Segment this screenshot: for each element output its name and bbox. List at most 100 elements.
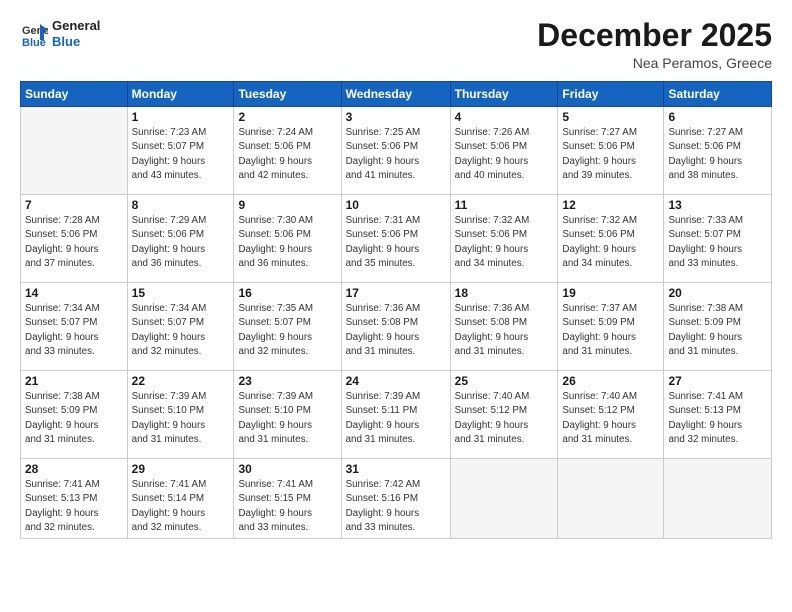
page: General Blue General Blue December 2025 … [0, 0, 792, 612]
day-info: Sunrise: 7:41 AMSunset: 5:13 PMDaylight:… [668, 390, 767, 447]
day-number: 1 [132, 110, 230, 124]
calendar-cell-4-3: 23 Sunrise: 7:39 AMSunset: 5:10 PMDayligh… [234, 371, 341, 459]
day-info: Sunrise: 7:27 AMSunset: 5:06 PMDaylight:… [668, 126, 767, 183]
logo-icon: General Blue [20, 20, 48, 48]
day-info: Sunrise: 7:38 AMSunset: 5:09 PMDaylight:… [668, 302, 767, 359]
calendar-cell-5-4: 31Sunrise: 7:42 AMSunset: 5:16 PMDayligh… [341, 459, 450, 539]
header: General Blue General Blue December 2025 … [20, 18, 772, 71]
day-info: Sunrise: 7:26 AMSunset: 5:06 PMDaylight:… [455, 126, 554, 183]
calendar-cell-1-7: 6Sunrise: 7:27 AMSunset: 5:06 PMDaylight… [664, 107, 772, 195]
day-info: Sunrise: 7:39 AMSunset: 5:10 PMDaylight:… [132, 390, 230, 447]
day-info: Sunrise: 7:28 AMSunset: 5:06 PMDaylight:… [25, 214, 123, 271]
svg-text:General: General [22, 25, 48, 37]
calendar-cell-2-7: 13 Sunrise: 7:33 AMSunset: 5:07 PMDayligh… [664, 195, 772, 283]
day-number: 17 [346, 286, 446, 300]
day-info: Sunrise: 7:41 AMSunset: 5:13 PMDaylight:… [25, 478, 123, 535]
day-info: Sunrise: 7:40 AMSunset: 5:12 PMDaylight:… [455, 390, 554, 447]
day-number: 13 [668, 198, 767, 212]
calendar-cell-4-5: 25 Sunrise: 7:40 AMSunset: 5:12 PMDayligh… [450, 371, 558, 459]
day-number: 30 [238, 462, 336, 476]
day-info: Sunrise: 7:32 AMSunset: 5:06 PMDaylight:… [562, 214, 659, 271]
calendar-cell-5-2: 29 Sunrise: 7:41 AMSunset: 5:14 PMDayligh… [127, 459, 234, 539]
day-info: Sunrise: 7:31 AMSunset: 5:06 PMDaylight:… [346, 214, 446, 271]
week-row-5: 28 Sunrise: 7:41 AMSunset: 5:13 PMDayligh… [21, 459, 772, 539]
weekday-header-tuesday: Tuesday [234, 82, 341, 107]
calendar-cell-5-3: 30 Sunrise: 7:41 AMSunset: 5:15 PMDayligh… [234, 459, 341, 539]
calendar-cell-4-7: 27Sunrise: 7:41 AMSunset: 5:13 PMDayligh… [664, 371, 772, 459]
day-info: Sunrise: 7:39 AMSunset: 5:10 PMDaylight:… [238, 390, 336, 447]
day-info: Sunrise: 7:35 AMSunset: 5:07 PMDaylight:… [238, 302, 336, 359]
day-info: Sunrise: 7:32 AMSunset: 5:06 PMDaylight:… [455, 214, 554, 271]
day-number: 15 [132, 286, 230, 300]
day-number: 28 [25, 462, 123, 476]
calendar-cell-3-2: 15 Sunrise: 7:34 AMSunset: 5:07 PMDayligh… [127, 283, 234, 371]
calendar-cell-5-5 [450, 459, 558, 539]
calendar-cell-1-5: 4 Sunrise: 7:26 AMSunset: 5:06 PMDaylight… [450, 107, 558, 195]
day-number: 21 [25, 374, 123, 388]
calendar-cell-3-4: 17 Sunrise: 7:36 AMSunset: 5:08 PMDayligh… [341, 283, 450, 371]
day-number: 20 [668, 286, 767, 300]
day-number: 12 [562, 198, 659, 212]
day-number: 16 [238, 286, 336, 300]
day-number: 3 [346, 110, 446, 124]
day-number: 10 [346, 198, 446, 212]
day-info: Sunrise: 7:27 AMSunset: 5:06 PMDaylight:… [562, 126, 659, 183]
subtitle: Nea Peramos, Greece [537, 55, 772, 71]
calendar-cell-3-3: 16 Sunrise: 7:35 AMSunset: 5:07 PMDayligh… [234, 283, 341, 371]
calendar-cell-1-6: 5Sunrise: 7:27 AMSunset: 5:06 PMDaylight… [558, 107, 664, 195]
weekday-header-row: SundayMondayTuesdayWednesdayThursdayFrid… [21, 82, 772, 107]
month-title: December 2025 [537, 18, 772, 53]
calendar-cell-3-5: 18 Sunrise: 7:36 AMSunset: 5:08 PMDayligh… [450, 283, 558, 371]
calendar-cell-2-5: 11Sunrise: 7:32 AMSunset: 5:06 PMDayligh… [450, 195, 558, 283]
day-info: Sunrise: 7:41 AMSunset: 5:15 PMDaylight:… [238, 478, 336, 535]
day-info: Sunrise: 7:30 AMSunset: 5:06 PMDaylight:… [238, 214, 336, 271]
calendar-cell-1-3: 2Sunrise: 7:24 AMSunset: 5:06 PMDaylight… [234, 107, 341, 195]
day-number: 22 [132, 374, 230, 388]
weekday-header-friday: Friday [558, 82, 664, 107]
day-info: Sunrise: 7:34 AMSunset: 5:07 PMDaylight:… [132, 302, 230, 359]
day-info: Sunrise: 7:24 AMSunset: 5:06 PMDaylight:… [238, 126, 336, 183]
day-number: 26 [562, 374, 659, 388]
day-info: Sunrise: 7:36 AMSunset: 5:08 PMDaylight:… [346, 302, 446, 359]
day-info: Sunrise: 7:42 AMSunset: 5:16 PMDaylight:… [346, 478, 446, 535]
calendar-cell-4-2: 22 Sunrise: 7:39 AMSunset: 5:10 PMDayligh… [127, 371, 234, 459]
day-info: Sunrise: 7:23 AMSunset: 5:07 PMDaylight:… [132, 126, 230, 183]
calendar-cell-5-7 [664, 459, 772, 539]
calendar-cell-2-6: 12 Sunrise: 7:32 AMSunset: 5:06 PMDayligh… [558, 195, 664, 283]
weekday-header-saturday: Saturday [664, 82, 772, 107]
calendar-cell-2-1: 7 Sunrise: 7:28 AMSunset: 5:06 PMDaylight… [21, 195, 128, 283]
weekday-header-thursday: Thursday [450, 82, 558, 107]
calendar-cell-4-4: 24Sunrise: 7:39 AMSunset: 5:11 PMDayligh… [341, 371, 450, 459]
day-number: 24 [346, 374, 446, 388]
calendar-cell-1-2: 1 Sunrise: 7:23 AMSunset: 5:07 PMDaylight… [127, 107, 234, 195]
day-number: 14 [25, 286, 123, 300]
day-number: 7 [25, 198, 123, 212]
day-info: Sunrise: 7:41 AMSunset: 5:14 PMDaylight:… [132, 478, 230, 535]
calendar-cell-3-7: 20 Sunrise: 7:38 AMSunset: 5:09 PMDayligh… [664, 283, 772, 371]
day-info: Sunrise: 7:33 AMSunset: 5:07 PMDaylight:… [668, 214, 767, 271]
day-number: 23 [238, 374, 336, 388]
calendar-cell-2-2: 8 Sunrise: 7:29 AMSunset: 5:06 PMDaylight… [127, 195, 234, 283]
calendar-cell-4-1: 21 Sunrise: 7:38 AMSunset: 5:09 PMDayligh… [21, 371, 128, 459]
day-number: 29 [132, 462, 230, 476]
day-info: Sunrise: 7:25 AMSunset: 5:06 PMDaylight:… [346, 126, 446, 183]
day-info: Sunrise: 7:40 AMSunset: 5:12 PMDaylight:… [562, 390, 659, 447]
day-number: 4 [455, 110, 554, 124]
calendar-cell-4-6: 26 Sunrise: 7:40 AMSunset: 5:12 PMDayligh… [558, 371, 664, 459]
day-info: Sunrise: 7:36 AMSunset: 5:08 PMDaylight:… [455, 302, 554, 359]
calendar-cell-5-6 [558, 459, 664, 539]
calendar-table: SundayMondayTuesdayWednesdayThursdayFrid… [20, 81, 772, 539]
weekday-header-monday: Monday [127, 82, 234, 107]
weekday-header-wednesday: Wednesday [341, 82, 450, 107]
day-number: 25 [455, 374, 554, 388]
calendar-cell-2-4: 10 Sunrise: 7:31 AMSunset: 5:06 PMDayligh… [341, 195, 450, 283]
day-info: Sunrise: 7:38 AMSunset: 5:09 PMDaylight:… [25, 390, 123, 447]
logo-text: General Blue [52, 18, 100, 49]
day-info: Sunrise: 7:29 AMSunset: 5:06 PMDaylight:… [132, 214, 230, 271]
day-info: Sunrise: 7:34 AMSunset: 5:07 PMDaylight:… [25, 302, 123, 359]
day-number: 19 [562, 286, 659, 300]
week-row-1: 1 Sunrise: 7:23 AMSunset: 5:07 PMDaylight… [21, 107, 772, 195]
logo: General Blue General Blue [20, 18, 100, 49]
day-number: 18 [455, 286, 554, 300]
day-number: 8 [132, 198, 230, 212]
